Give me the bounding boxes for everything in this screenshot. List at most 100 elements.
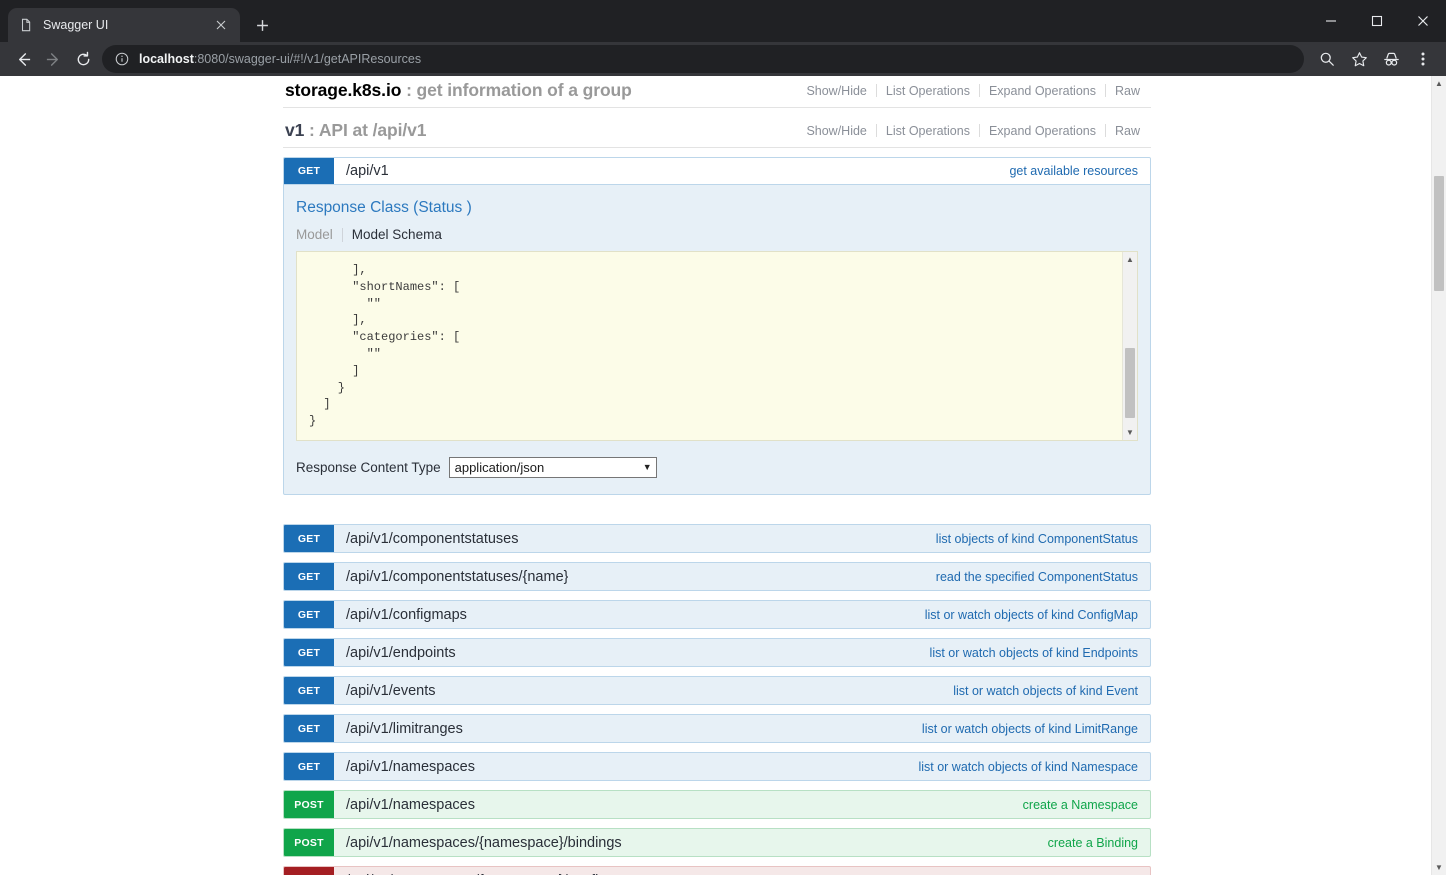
operation-row[interactable]: GET /api/v1/configmaps list or watch obj…: [283, 600, 1151, 629]
operation-summary[interactable]: list or watch objects of kind ConfigMap: [915, 601, 1150, 628]
close-icon[interactable]: [212, 16, 230, 34]
resource-name: v1: [285, 120, 305, 140]
path-text: /api/v1: [346, 163, 389, 179]
operation-path: /api/v1/limitranges: [334, 715, 912, 742]
selected-value: application/json: [454, 460, 545, 475]
path-text: /api/v1/configmaps: [346, 606, 467, 623]
code-scrollbar[interactable]: ▲ ▼: [1122, 252, 1137, 440]
resource-links: Show/Hide List Operations Expand Operati…: [797, 124, 1149, 138]
operation-header[interactable]: GET /api/v1 get available resources: [284, 158, 1150, 185]
triangle-up-icon[interactable]: ▲: [1123, 252, 1137, 267]
operation-path: /api/v1/endpoints: [334, 639, 920, 666]
arrow-right-icon[interactable]: [38, 44, 68, 74]
browser-toolbar: localhost:8080/swagger-ui/#!/v1/getAPIRe…: [0, 42, 1446, 76]
reload-icon[interactable]: [68, 44, 98, 74]
model-schema-code[interactable]: ], "shortNames": [ "" ], "categories": […: [296, 251, 1138, 441]
operation-path: /api/v1/componentstatuses: [334, 525, 926, 552]
operation-summary[interactable]: get available resources: [999, 158, 1150, 184]
method-badge: POST: [284, 829, 334, 856]
link-show-hide[interactable]: Show/Hide: [797, 124, 875, 138]
response-content-type-select[interactable]: application/json ▼: [448, 457, 657, 478]
triangle-up-icon[interactable]: ▲: [1432, 76, 1446, 91]
operation-row[interactable]: GET /api/v1/endpoints list or watch obje…: [283, 638, 1151, 667]
page-viewport: storage.k8s.io : get information of a gr…: [0, 76, 1446, 875]
link-raw[interactable]: Raw: [1106, 84, 1149, 98]
response-content-type-label: Response Content Type: [296, 460, 441, 475]
resource-header-storage: storage.k8s.io : get information of a gr…: [283, 76, 1151, 108]
url-host: localhost: [139, 52, 194, 66]
operation-row[interactable]: DELETE /api/v1/namespaces/{namespace}/co…: [283, 866, 1151, 875]
incognito-icon[interactable]: [1376, 44, 1406, 74]
operation-summary[interactable]: delete collection of ConfigMap: [961, 867, 1150, 875]
operation-path: /api/v1/namespaces: [334, 753, 908, 780]
operation-summary[interactable]: list or watch objects of kind LimitRange: [912, 715, 1150, 742]
triangle-down-icon[interactable]: ▼: [1123, 425, 1137, 440]
resource-header-v1: v1 : API at /api/v1 Show/Hide List Opera…: [283, 120, 1151, 148]
link-expand-operations[interactable]: Expand Operations: [980, 84, 1105, 98]
operation-summary[interactable]: list or watch objects of kind Namespace: [908, 753, 1150, 780]
operation-row[interactable]: POST /api/v1/namespaces create a Namespa…: [283, 790, 1151, 819]
resource-links: Show/Hide List Operations Expand Operati…: [797, 84, 1149, 98]
method-badge: DELETE: [284, 867, 334, 875]
operation-summary[interactable]: create a Binding: [1038, 829, 1150, 856]
scrollbar-thumb[interactable]: [1125, 348, 1135, 418]
link-show-hide[interactable]: Show/Hide: [797, 84, 875, 98]
maximize-icon[interactable]: [1354, 0, 1400, 42]
browser-window: Swagger UI localhost:8080/swagger-ui/#!/…: [0, 0, 1446, 875]
page-scrollbar[interactable]: ▲ ▼: [1431, 76, 1446, 875]
method-badge: GET: [284, 158, 334, 184]
url-text: localhost:8080/swagger-ui/#!/v1/getAPIRe…: [139, 52, 421, 66]
method-badge: GET: [284, 753, 334, 780]
url-path: :8080/swagger-ui/#!/v1/getAPIResources: [193, 52, 422, 66]
operation-path: /api/v1/events: [334, 677, 943, 704]
path-text: /api/v1/namespaces: [346, 796, 475, 813]
path-text: /api/v1/componentstatuses: [346, 530, 519, 547]
operation-row[interactable]: GET /api/v1/namespaces list or watch obj…: [283, 752, 1151, 781]
link-list-operations[interactable]: List Operations: [877, 84, 979, 98]
operation-row-expanded: GET /api/v1 get available resources Resp…: [283, 157, 1151, 495]
operation-path: /api/v1/namespaces/{namespace}/configmap…: [334, 867, 961, 875]
method-badge: GET: [284, 563, 334, 590]
response-class-title: Response Class (Status ): [296, 199, 472, 216]
new-tab-button[interactable]: [248, 11, 276, 39]
response-content-type-row: Response Content Type application/json ▼: [296, 457, 1138, 478]
operation-row[interactable]: GET /api/v1/events list or watch objects…: [283, 676, 1151, 705]
address-bar[interactable]: localhost:8080/swagger-ui/#!/v1/getAPIRe…: [102, 45, 1304, 73]
operation-summary[interactable]: list or watch objects of kind Event: [943, 677, 1150, 704]
star-icon[interactable]: [1344, 44, 1374, 74]
operation-summary[interactable]: create a Namespace: [1013, 791, 1150, 818]
tab-swagger-ui[interactable]: Swagger UI: [8, 8, 240, 42]
operation-summary[interactable]: list objects of kind ComponentStatus: [926, 525, 1150, 552]
operation-path: /api/v1/namespaces/{namespace}/bindings: [334, 829, 1038, 856]
link-raw[interactable]: Raw: [1106, 124, 1149, 138]
three-dot-menu-icon[interactable]: [1408, 44, 1438, 74]
operation-row[interactable]: POST /api/v1/namespaces/{namespace}/bind…: [283, 828, 1151, 857]
schema-code-text: ], "shortNames": [ "" ], "categories": […: [309, 263, 461, 429]
operation-path: /api/v1/componentstatuses/{name}: [334, 563, 926, 590]
minimize-icon[interactable]: [1308, 0, 1354, 42]
operation-row[interactable]: GET /api/v1/componentstatuses/{name} rea…: [283, 562, 1151, 591]
tab-model-schema[interactable]: Model Schema: [343, 227, 451, 242]
resource-title: storage.k8s.io : get information of a gr…: [285, 80, 632, 101]
link-list-operations[interactable]: List Operations: [877, 124, 979, 138]
link-expand-operations[interactable]: Expand Operations: [980, 124, 1105, 138]
tab-title: Swagger UI: [43, 18, 109, 32]
tab-model[interactable]: Model: [296, 227, 342, 242]
method-badge: GET: [284, 677, 334, 704]
operation-body: Response Class (Status ) Model Model Sch…: [284, 185, 1150, 494]
search-icon[interactable]: [1312, 44, 1342, 74]
scrollbar-thumb[interactable]: [1434, 176, 1444, 291]
operation-row[interactable]: GET /api/v1/componentstatuses list objec…: [283, 524, 1151, 553]
operation-summary[interactable]: list or watch objects of kind Endpoints: [920, 639, 1150, 666]
model-tabs: Model Model Schema: [296, 227, 1138, 242]
path-text: /api/v1/events: [346, 682, 436, 699]
operation-row[interactable]: GET /api/v1/limitranges list or watch ob…: [283, 714, 1151, 743]
operation-summary[interactable]: read the specified ComponentStatus: [926, 563, 1150, 590]
close-icon[interactable]: [1400, 0, 1446, 42]
method-badge: GET: [284, 639, 334, 666]
arrow-left-icon[interactable]: [8, 44, 38, 74]
caret-down-icon: ▼: [642, 462, 652, 472]
swagger-page: storage.k8s.io : get information of a gr…: [0, 76, 1431, 875]
triangle-down-icon[interactable]: ▼: [1432, 860, 1446, 875]
